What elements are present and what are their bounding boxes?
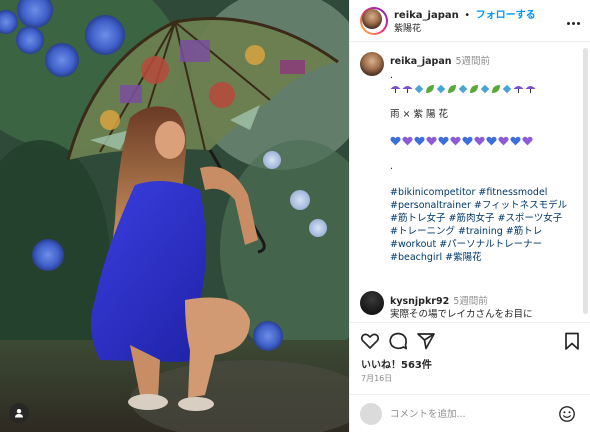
caption-username[interactable]: reika_japan (390, 56, 452, 67)
diamond-icon (436, 84, 446, 93)
post-side-panel: reika_japan • フォローする 紫陽花 reika_japan 5週間前… (349, 0, 590, 432)
diamond-icon (414, 84, 424, 93)
action-bar (350, 322, 590, 352)
follow-button[interactable]: フォローする (476, 10, 536, 21)
comment-icon[interactable] (388, 331, 408, 351)
heart-emoji-icon (462, 136, 473, 145)
bookmark-icon[interactable] (562, 331, 582, 351)
emoji-icon[interactable] (558, 405, 576, 423)
heart-icon[interactable] (360, 331, 380, 351)
heart-emoji-icon (498, 136, 509, 145)
caption-user-line: reika_japan 5週間前 (390, 53, 490, 67)
hashtag-line[interactable]: #bikinicompetitor #fitnessmodel (390, 186, 580, 199)
leaf-icon (448, 84, 456, 93)
hashtag-line[interactable]: #workout #パーソナルトレーナー (390, 238, 580, 251)
more-horizontal-icon[interactable] (566, 13, 582, 27)
commenter-avatar[interactable] (360, 291, 384, 315)
diamond-icon (502, 84, 512, 93)
heart-emoji-icon (450, 136, 461, 145)
heart-emoji-row (390, 134, 580, 147)
heart-emoji-icon (438, 136, 449, 145)
hashtag-line[interactable]: #筋トレ女子 #筋肉女子 #スポーツ女子 (390, 212, 580, 225)
caption-author-avatar[interactable] (360, 52, 384, 76)
comment-user-line: kysnjpkr92 5週間前 (390, 293, 488, 307)
photo-illustration (0, 0, 349, 432)
caption-line: 雨 × 紫 陽 花 (390, 109, 449, 120)
umbrella-icon (513, 85, 524, 93)
location-link[interactable]: 紫陽花 (394, 21, 421, 34)
hashtag-line[interactable]: #personaltrainer #フィットネスモデル (390, 199, 580, 212)
header-user-line: reika_japan • フォローする (394, 6, 536, 21)
heart-emoji-icon (414, 136, 425, 145)
comment-text: 実際その場でレイカさんをお目に (390, 309, 533, 318)
heart-emoji-icon (426, 136, 437, 145)
post-photo[interactable] (0, 0, 349, 432)
comments-scroll-area[interactable]: reika_japan 5週間前 . 雨 × 紫 陽 花 . #bikinico… (350, 43, 590, 318)
comment-box (350, 394, 590, 432)
post-date[interactable]: 7月16日 (361, 373, 392, 384)
umbrella-icon (525, 85, 536, 93)
heart-emoji-icon (390, 136, 401, 145)
author-avatar[interactable] (360, 7, 388, 35)
caption-text: . 雨 × 紫 陽 花 . #bikinicompetitor #fitness… (390, 69, 580, 264)
heart-emoji-icon (522, 136, 533, 145)
heart-emoji-icon (474, 136, 485, 145)
leaf-icon (426, 84, 434, 93)
author-username[interactable]: reika_japan (394, 10, 459, 21)
diamond-icon (458, 84, 468, 93)
viewer-avatar (360, 403, 382, 425)
caption-line: . (390, 70, 394, 81)
emoji-row (390, 82, 580, 95)
hashtag-line[interactable]: #beachgirl #紫陽花 (390, 251, 580, 264)
diamond-icon (480, 84, 490, 93)
separator-dot: • (464, 10, 471, 21)
share-icon[interactable] (416, 331, 436, 351)
leaf-icon (470, 84, 478, 93)
user-tag-icon[interactable] (9, 403, 29, 423)
post-header: reika_japan • フォローする 紫陽花 (350, 0, 590, 42)
leaf-icon (492, 84, 500, 93)
hashtag-line[interactable]: #トレーニング #training #筋トレ (390, 225, 580, 238)
umbrella-icon (390, 85, 401, 93)
comment-input[interactable] (390, 407, 550, 421)
comments-scrollbar[interactable] (583, 48, 588, 314)
heart-emoji-icon (510, 136, 521, 145)
heart-emoji-icon (402, 136, 413, 145)
caption-line: . (390, 161, 394, 172)
like-count[interactable]: いいね！563件 (361, 356, 432, 371)
umbrella-icon (402, 85, 413, 93)
heart-emoji-icon (486, 136, 497, 145)
caption-time: 5週間前 (455, 56, 491, 67)
